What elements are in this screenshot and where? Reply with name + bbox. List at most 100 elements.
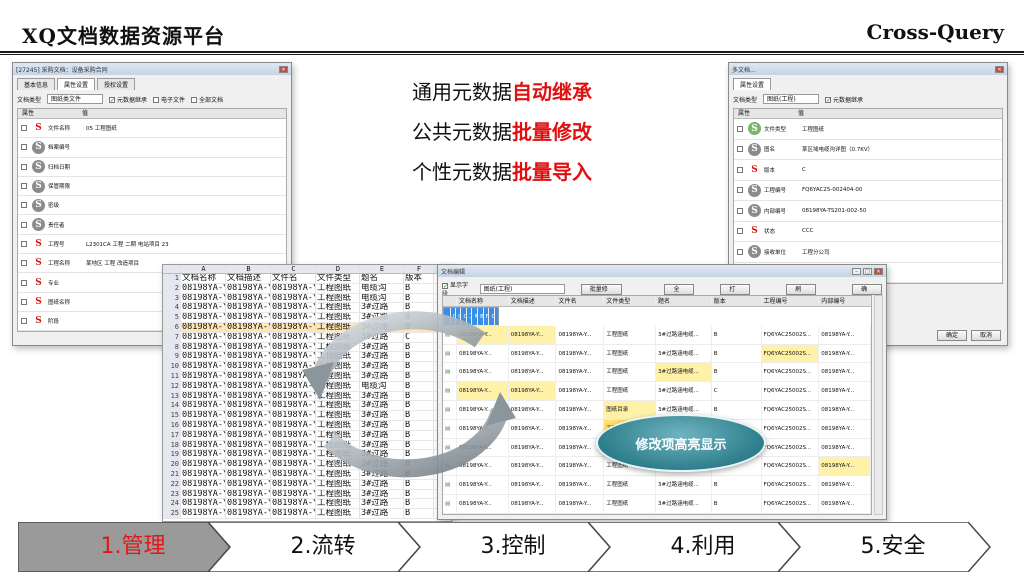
sheet-cell[interactable]: 08198YA-Y bbox=[226, 420, 271, 430]
window-titlebar[interactable]: 文档编辑 – □ ✕ bbox=[438, 265, 886, 277]
sheet-cell[interactable]: 08198YA-Y bbox=[181, 313, 226, 322]
table-cell[interactable]: FQ6YAC25002S... bbox=[762, 457, 820, 476]
ok-button[interactable]: 确定 bbox=[936, 330, 967, 341]
attribute-row[interactable]: S 保管期限 bbox=[18, 177, 286, 197]
sheet-cell[interactable]: 08198YA-Y bbox=[271, 489, 316, 499]
sheet-cell[interactable]: C bbox=[404, 332, 434, 342]
checkbox-icon[interactable] bbox=[737, 207, 743, 214]
sheet-cell[interactable]: 08198YA-Y bbox=[226, 479, 271, 489]
sheet-cell[interactable]: 08198YA-Y bbox=[226, 362, 271, 371]
sheet-cell[interactable]: B bbox=[404, 509, 434, 518]
sheet-cell[interactable]: 工程图纸 bbox=[316, 293, 360, 303]
attribute-value[interactable]: 工程分公司 bbox=[802, 248, 1002, 256]
sheet-cell[interactable]: 文档名称 bbox=[181, 274, 226, 283]
table-cell[interactable]: 08198YA-Y... bbox=[509, 363, 557, 382]
close-icon[interactable]: ✕ bbox=[995, 65, 1004, 73]
inherit-checkbox[interactable]: 元数据继承 bbox=[109, 95, 147, 104]
attribute-row[interactable]: S 文件类型 工程图纸 bbox=[734, 119, 1002, 140]
sheet-cell[interactable]: 08198YA-Y bbox=[226, 342, 271, 352]
sheet-cell[interactable]: 08198YA-Y bbox=[181, 401, 226, 411]
sheet-cell[interactable]: 08198YA-Y bbox=[181, 293, 226, 303]
sheet-cell[interactable]: 08198YA-Y bbox=[181, 303, 226, 313]
sheet-cell[interactable]: 电缆沟 bbox=[360, 293, 404, 303]
sheet-cell[interactable]: 3#过路 bbox=[360, 469, 404, 479]
table-cell[interactable]: 08198YA-Y... bbox=[509, 438, 557, 457]
table-cell[interactable]: FQ6YAC25002S... bbox=[762, 494, 820, 513]
sheet-cell[interactable]: 08198YA-Y bbox=[226, 283, 271, 293]
table-cell[interactable]: 3#过路涵电缆... bbox=[656, 513, 712, 514]
attribute-row[interactable]: S 内部编号 08198YA-TS201-002-50 bbox=[734, 201, 1002, 222]
column-header[interactable]: 文件类型 bbox=[604, 296, 657, 306]
table-cell[interactable]: 08198YA-Y... bbox=[819, 400, 871, 419]
table-cell[interactable]: 08198YA-Y... bbox=[509, 513, 557, 514]
print-button[interactable]: 打印 bbox=[720, 283, 751, 303]
sheet-cell[interactable]: 08198YA-Y bbox=[271, 509, 316, 518]
sheet-cell[interactable]: 工程图纸 bbox=[316, 440, 360, 450]
sheet-cell[interactable]: 3#过路 bbox=[360, 401, 404, 411]
attribute-value[interactable]: FQ6YAC25-002404-00 bbox=[802, 187, 1002, 193]
table-cell[interactable]: 08198YA-Y... bbox=[508, 325, 557, 344]
sheet-cell[interactable]: 08198YA-Y bbox=[181, 479, 226, 489]
table-row[interactable]: ▤08198YA-Y...08198YA-Y...08198YA-Y...工程图… bbox=[443, 325, 871, 345]
minimize-icon[interactable]: – bbox=[852, 267, 861, 275]
sheet-cell[interactable]: B bbox=[404, 411, 434, 420]
sheet-cell[interactable]: 3#过路 bbox=[360, 352, 404, 362]
close-icon[interactable]: ✕ bbox=[874, 267, 883, 275]
column-header[interactable]: A bbox=[181, 265, 226, 273]
checkbox-icon[interactable] bbox=[737, 228, 743, 235]
table-cell[interactable]: 3#过路涵电缆... bbox=[656, 325, 712, 344]
sheet-cell[interactable]: 工程图纸 bbox=[316, 430, 360, 440]
sheet-cell[interactable]: 08198YA-Y bbox=[181, 362, 226, 371]
sheet-cell[interactable]: 3#过路 bbox=[360, 371, 404, 381]
sheet-cell[interactable]: 08198YA-Y bbox=[271, 499, 316, 509]
table-cell[interactable]: C bbox=[712, 382, 762, 400]
table-cell[interactable]: FQ6YAC25002S... bbox=[762, 438, 820, 457]
sheet-cell[interactable]: 3#过路 bbox=[360, 499, 404, 509]
sheet-cell[interactable]: 08198YA-Y bbox=[226, 460, 271, 469]
table-cell[interactable]: 08198YA-Y... bbox=[509, 344, 557, 363]
sheet-cell[interactable]: 08198YA-Y bbox=[226, 391, 271, 401]
window-titlebar[interactable]: 多文档... ✕ bbox=[729, 63, 1007, 75]
sheet-cell[interactable]: B bbox=[404, 401, 434, 411]
sheet-cell[interactable]: 3#过路 bbox=[360, 479, 404, 489]
attribute-row[interactable]: S 文件名称 05 工程图纸 bbox=[18, 119, 286, 139]
sheet-cell[interactable]: 08198YA-Y bbox=[271, 420, 316, 430]
sheet-cell[interactable]: 08198YA-Y bbox=[271, 322, 316, 332]
cancel-button[interactable]: 取消 bbox=[970, 330, 1001, 341]
sheet-cell[interactable]: 08198YA-Y bbox=[271, 450, 316, 460]
sheet-cell[interactable]: B bbox=[404, 293, 434, 303]
table-cell[interactable]: 08198YA-Y... bbox=[457, 513, 509, 514]
attribute-row[interactable]: S 状态 CCC bbox=[734, 222, 1002, 242]
sheet-cell[interactable]: B bbox=[404, 342, 434, 352]
table-cell[interactable]: 08198YA-Y... bbox=[457, 476, 509, 494]
checkbox-icon[interactable] bbox=[737, 166, 743, 173]
sheet-cell[interactable]: 3#过路 bbox=[360, 430, 404, 440]
sheet-cell[interactable]: 工程图纸 bbox=[316, 509, 360, 518]
sheet-cell[interactable]: 3#过路 bbox=[360, 362, 404, 371]
sheet-cell[interactable]: B bbox=[404, 391, 434, 401]
table-cell[interactable]: FQ6YAC25002S... bbox=[762, 325, 820, 344]
table-row[interactable]: ▤08198YA-Y...08198YA-Y...08198YA-Y...工程图… bbox=[443, 513, 871, 514]
attribute-row[interactable]: S 版本 C bbox=[734, 160, 1002, 181]
table-row[interactable]: ▤08198YA-Y...08198YA-Y...08198YA-Y...工程图… bbox=[443, 382, 871, 401]
checkbox-icon[interactable] bbox=[21, 240, 27, 247]
sheet-cell[interactable]: 3#过路 bbox=[360, 450, 404, 460]
sheet-cell[interactable]: 3#过路 bbox=[360, 509, 404, 518]
attribute-value[interactable]: C bbox=[802, 167, 1002, 173]
sheet-cell[interactable]: 08198YA-Y bbox=[271, 411, 316, 420]
table-cell[interactable]: 工程图纸 bbox=[604, 382, 657, 400]
table-cell[interactable]: 3#过路涵电缆... bbox=[656, 382, 712, 400]
checkbox-icon[interactable] bbox=[21, 298, 27, 305]
sheet-cell[interactable]: 08198YA-Y bbox=[271, 391, 316, 401]
table-cell[interactable]: B bbox=[712, 363, 762, 382]
sheet-cell[interactable]: 电缆沟 bbox=[360, 283, 404, 293]
column-header[interactable]: B bbox=[226, 265, 271, 273]
table-cell[interactable]: 08198YA-Y... bbox=[457, 400, 509, 419]
sheet-cell[interactable]: 工程图纸 bbox=[316, 411, 360, 420]
table-cell[interactable]: 工程图纸 bbox=[604, 476, 657, 494]
sheet-cell[interactable]: 08198YA-Y bbox=[181, 332, 226, 342]
sheet-cell[interactable]: B bbox=[404, 479, 434, 489]
vertical-scrollbar[interactable] bbox=[874, 295, 883, 515]
sheet-cell[interactable]: 工程图纸 bbox=[316, 479, 360, 489]
sheet-cell[interactable]: 3#过路 bbox=[360, 460, 404, 469]
